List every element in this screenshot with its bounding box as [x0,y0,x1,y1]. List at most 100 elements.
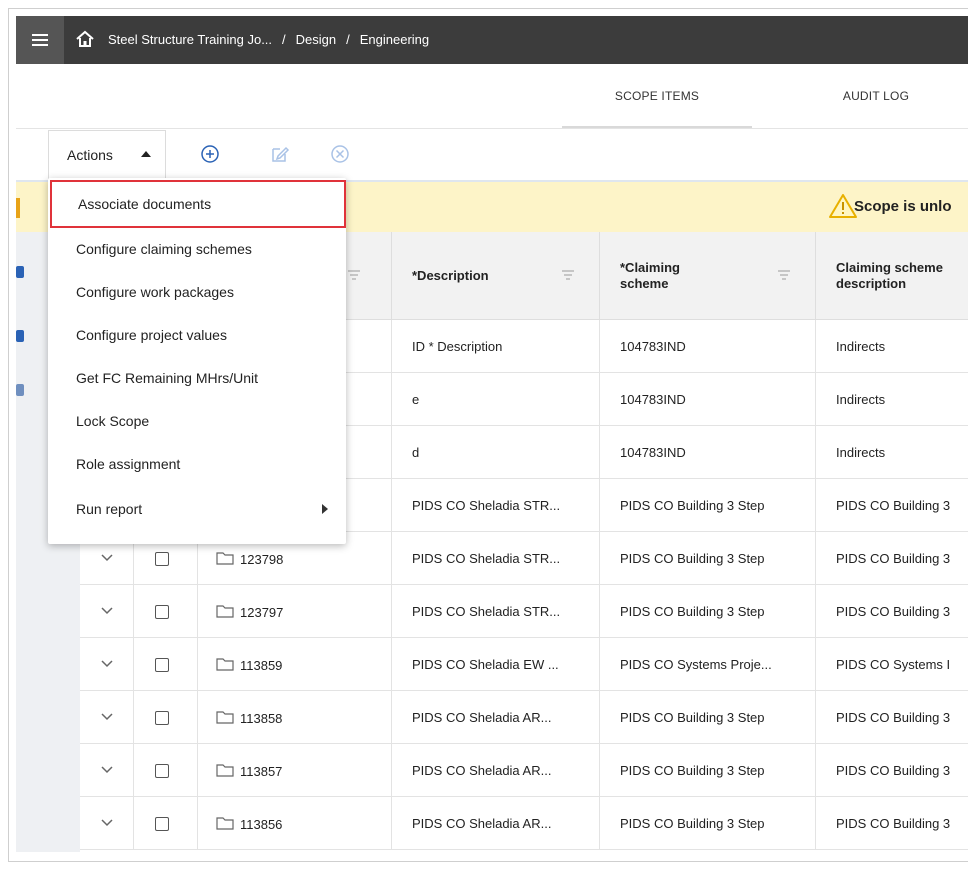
menu-item-run-report-label: Run report [76,501,143,517]
menu-item-role-assignment[interactable]: Role assignment [48,443,346,486]
cancel-circle-icon[interactable] [330,144,350,164]
claiming-scheme-cell: 104783IND [600,373,816,426]
description-cell: PIDS CO Sheladia STR... [392,585,600,638]
actions-menu: Associate documents Configure claiming s… [48,178,346,544]
breadcrumb-project[interactable]: Steel Structure Training Jo... [108,16,272,64]
header-cell-description[interactable]: *Description [392,232,600,320]
row-id: 113857 [240,764,283,780]
top-nav-bar: Steel Structure Training Jo... / Design / En… [16,16,968,64]
claiming-scheme-description-cell: Indirects [836,339,886,354]
toolbar: Actions [16,128,968,182]
chevron-down-icon[interactable] [100,606,114,616]
row-id: 123798 [240,552,284,568]
tab-audit-log[interactable]: AUDIT LOG [806,64,946,128]
row-id: 113856 [240,817,283,833]
table-row[interactable]: 113857 PIDS CO Sheladia AR... PIDS CO Buil… [80,744,968,797]
filter-icon[interactable] [348,270,360,280]
claiming-scheme-cell: PIDS CO Building 3 Step [600,744,816,797]
chevron-down-icon[interactable] [100,553,114,563]
description-cell: ID * Description [392,320,600,373]
description-cell: PIDS CO Sheladia STR... [392,479,600,532]
menu-item-configure-project-values[interactable]: Configure project values [48,314,346,357]
claiming-scheme-cell: PIDS CO Building 3 Step [600,691,816,744]
description-cell: e [392,373,600,426]
claiming-scheme-description-cell: PIDS CO Building 3 [836,816,951,831]
filter-icon[interactable] [562,270,574,280]
id-cell: 113859 [198,638,392,691]
row-checkbox[interactable] [155,764,169,778]
chevron-down-icon[interactable] [100,659,114,669]
description-cell: PIDS CO Sheladia AR... [392,691,600,744]
select-cell [134,691,198,744]
header-description-label: *Description [412,268,489,283]
chevron-down-icon[interactable] [100,818,114,828]
table-row[interactable]: 123797 PIDS CO Sheladia STR... PIDS CO Bui… [80,585,968,638]
chevron-down-icon[interactable] [100,712,114,722]
breadcrumb: Steel Structure Training Jo... / Design / En… [108,16,429,64]
expand-cell[interactable] [80,585,134,638]
menu-item-lock-scope[interactable]: Lock Scope [48,400,346,443]
breadcrumb-engineering[interactable]: Engineering [360,16,429,64]
header-cell-claiming-scheme-description[interactable]: Claiming scheme description [816,232,968,320]
description-cell: PIDS CO Sheladia AR... [392,744,600,797]
claiming-scheme-description-cell: PIDS CO Building 3 [836,604,951,619]
hamburger-icon [32,34,48,46]
folder-icon [216,605,234,618]
claiming-scheme-description-cell: PIDS CO Building 3 [836,498,951,513]
row-checkbox[interactable] [155,817,169,831]
claiming-scheme-cell: 104783IND [600,320,816,373]
header-claiming-scheme-label: *Claiming scheme [620,260,680,291]
table-row[interactable]: 113859 PIDS CO Sheladia EW ... PIDS CO Sys… [80,638,968,691]
add-circle-icon[interactable] [200,144,220,164]
expand-cell[interactable] [80,744,134,797]
claiming-scheme-description-cell: PIDS CO Systems I [836,657,951,672]
row-checkbox[interactable] [155,605,169,619]
menu-item-run-report[interactable]: Run report [48,488,346,531]
expand-cell[interactable] [80,797,134,850]
home-icon[interactable] [74,28,96,50]
id-cell: 113858 [198,691,392,744]
row-id: 123797 [240,605,284,621]
actions-dropdown-button[interactable]: Actions [48,130,166,180]
tab-scope-items[interactable]: SCOPE ITEMS [562,64,752,128]
id-cell: 113857 [198,744,392,797]
banner-text: Scope is unlo [854,198,952,215]
claiming-scheme-cell: PIDS CO Building 3 Step [600,797,816,850]
claiming-scheme-cell: PIDS CO Building 3 Step [600,532,816,585]
tab-bar: SCOPE ITEMS AUDIT LOG [16,64,968,129]
table-row[interactable]: 113858 PIDS CO Sheladia AR... PIDS CO Buil… [80,691,968,744]
row-checkbox[interactable] [155,658,169,672]
row-checkbox[interactable] [155,552,169,566]
menu-item-configure-claiming-schemes[interactable]: Configure claiming schemes [48,228,346,271]
menu-item-get-fc-remaining-mhrs[interactable]: Get FC Remaining MHrs/Unit [48,357,346,400]
breadcrumb-separator: / [346,32,350,47]
id-cell: 113856 [198,797,392,850]
hamburger-menu-button[interactable] [16,16,64,64]
breadcrumb-separator: / [282,32,286,47]
folder-icon [216,817,234,830]
header-cell-claiming-scheme[interactable]: *Claiming scheme [600,232,816,320]
description-cell: PIDS CO Sheladia AR... [392,797,600,850]
user-group-icon[interactable] [16,384,24,396]
select-cell [134,744,198,797]
folder-icon [216,711,234,724]
row-id: 113858 [240,711,283,727]
description-cell: PIDS CO Sheladia EW ... [392,638,600,691]
edit-icon[interactable] [270,144,290,164]
submenu-arrow-icon [322,504,328,514]
menu-item-configure-work-packages[interactable]: Configure work packages [48,271,346,314]
caret-up-icon [141,151,151,157]
menu-item-associate-documents[interactable]: Associate documents [50,180,346,228]
row-checkbox[interactable] [155,711,169,725]
expand-cell[interactable] [80,638,134,691]
table-row[interactable]: 113856 PIDS CO Sheladia AR... PIDS CO Buil… [80,797,968,850]
expand-cell[interactable] [80,691,134,744]
claiming-scheme-description-cell: Indirects [836,392,886,407]
actions-label: Actions [67,147,113,163]
user-icon[interactable] [16,266,24,278]
breadcrumb-design[interactable]: Design [296,16,336,64]
filter-icon[interactable] [778,270,790,280]
chevron-down-icon[interactable] [100,765,114,775]
folder-icon [216,764,234,777]
user-icon[interactable] [16,330,24,342]
